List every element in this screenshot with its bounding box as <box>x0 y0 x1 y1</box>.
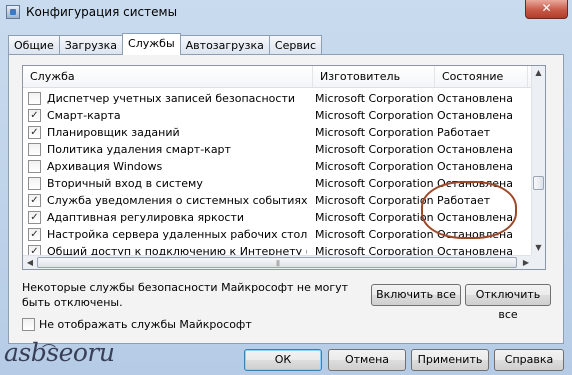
table-row[interactable]: ✓ Адаптивная регулировка яркости Microsoft… <box>23 209 533 226</box>
grip-icon: ||| <box>276 260 280 267</box>
service-manufacturer: Microsoft Corporation <box>315 143 433 156</box>
tab-general[interactable]: Общие <box>8 35 60 55</box>
service-manufacturer: Microsoft Corporation <box>315 177 433 190</box>
scroll-down-arrow-icon[interactable]: ▼ <box>532 241 545 255</box>
column-header-service[interactable]: Служба <box>23 66 313 87</box>
hide-ms-services-checkbox[interactable] <box>22 318 35 331</box>
service-status: Остановлена <box>437 160 513 173</box>
scroll-corner <box>531 255 545 269</box>
system-config-icon <box>6 5 20 19</box>
service-name: Архивация Windows <box>47 160 163 173</box>
service-checkbox[interactable]: ✓ <box>28 228 41 241</box>
service-checkbox[interactable]: ✓ <box>28 109 41 122</box>
service-checkbox[interactable]: ✓ <box>28 194 41 207</box>
cancel-button[interactable]: Отмена <box>328 349 406 371</box>
service-name: Планировщик заданий <box>47 126 180 139</box>
hide-ms-services-label: Не отображать службы Майкрософт <box>39 318 252 331</box>
service-name: Настройка сервера удаленных рабочих стол… <box>47 228 307 241</box>
table-row[interactable]: Политика удаления смарт-карт Microsoft Co… <box>23 141 533 158</box>
tab-tools[interactable]: Сервис <box>268 35 323 55</box>
scroll-up-arrow-icon[interactable]: ▲ <box>532 66 545 80</box>
column-header-manufacturer[interactable]: Изготовитель <box>313 66 435 87</box>
service-name: Служба уведомления о системных событиях <box>47 194 307 207</box>
service-manufacturer: Microsoft Corporation <box>315 211 433 224</box>
table-row[interactable]: ✓ Настройка сервера удаленных рабочих сто… <box>23 226 533 243</box>
service-manufacturer: Microsoft Corporation <box>315 194 433 207</box>
table-row[interactable]: Вторичный вход в систему Microsoft Corpor… <box>23 175 533 192</box>
title-bar: Конфигурация системы ✕ <box>0 0 572 26</box>
scroll-left-arrow-icon[interactable]: ◀ <box>23 256 37 269</box>
service-status: Остановлена <box>437 143 513 156</box>
table-row[interactable]: ✓ Планировщик заданий Microsoft Corporatio… <box>23 124 533 141</box>
service-checkbox[interactable]: ✓ <box>28 211 41 224</box>
service-name: Смарт-карта <box>47 109 121 122</box>
service-name: Вторичный вход в систему <box>47 177 203 190</box>
help-button[interactable]: Справка <box>494 349 564 371</box>
service-manufacturer: Microsoft Corporation <box>315 126 433 139</box>
service-status: Остановлена <box>437 228 513 241</box>
table-row[interactable]: ✓ Служба уведомления о системных событиях… <box>23 192 533 209</box>
horizontal-scroll-thumb[interactable]: ||| <box>37 257 517 268</box>
table-row[interactable]: Диспетчер учетных записей безопасности Mi… <box>23 90 538 107</box>
vertical-scrollbar[interactable]: ▲ ▼ <box>531 66 545 255</box>
table-row[interactable]: ✓ Смарт-карта Microsoft Corporation Останов… <box>23 107 533 124</box>
service-checkbox[interactable] <box>28 143 41 156</box>
watermark-hat-icon: ⌒ <box>42 344 56 360</box>
service-checkbox[interactable]: ✓ <box>28 126 41 139</box>
services-list: Служба Изготовитель Состояние Д Диспетче… <box>22 65 546 270</box>
service-status: Работает <box>437 126 491 139</box>
security-note: Некоторые службы безопасности Майкрософт… <box>22 281 349 309</box>
service-status: Остановлена <box>437 92 513 105</box>
service-checkbox[interactable] <box>28 92 41 105</box>
service-status: Остановлена <box>437 177 513 190</box>
service-name: Политика удаления смарт-карт <box>47 143 231 156</box>
service-checkbox[interactable] <box>28 160 41 173</box>
vertical-scroll-thumb[interactable] <box>533 176 544 190</box>
list-header: Служба Изготовитель Состояние Д <box>23 66 538 88</box>
tab-startup[interactable]: Автозагрузка <box>179 35 270 55</box>
service-manufacturer: Microsoft Corporation <box>315 92 433 105</box>
tab-strip: Общие Загрузка Службы Автозагрузка Серви… <box>8 33 323 55</box>
tab-boot[interactable]: Загрузка <box>58 35 124 55</box>
apply-button[interactable]: Применить <box>411 349 489 371</box>
service-manufacturer: Microsoft Corporation <box>315 228 433 241</box>
service-name: Адаптивная регулировка яркости <box>47 211 245 224</box>
service-status: Остановлена <box>437 109 513 122</box>
disable-all-button[interactable]: Отключить все <box>465 284 551 321</box>
service-status: Работает <box>437 194 491 207</box>
services-panel: Служба Изготовитель Состояние Д Диспетче… <box>8 54 564 344</box>
column-header-status[interactable]: Состояние <box>435 66 528 87</box>
service-checkbox[interactable] <box>28 177 41 190</box>
service-manufacturer: Microsoft Corporation <box>315 109 433 122</box>
table-row[interactable]: Архивация Windows Microsoft Corporation Ос… <box>23 158 533 175</box>
enable-all-button[interactable]: Включить все <box>371 284 461 306</box>
window-title: Конфигурация системы <box>26 5 178 19</box>
horizontal-scrollbar[interactable]: ◀ ||| ▶ <box>23 255 533 269</box>
service-name: Диспетчер учетных записей безопасности <box>47 92 295 105</box>
close-button[interactable]: ✕ <box>525 0 568 19</box>
service-status: Остановлена <box>437 211 513 224</box>
watermark-logo: asbseoru <box>4 338 115 367</box>
tab-services[interactable]: Службы <box>122 33 181 55</box>
service-manufacturer: Microsoft Corporation <box>315 160 433 173</box>
ok-button[interactable]: ОК <box>244 349 322 371</box>
